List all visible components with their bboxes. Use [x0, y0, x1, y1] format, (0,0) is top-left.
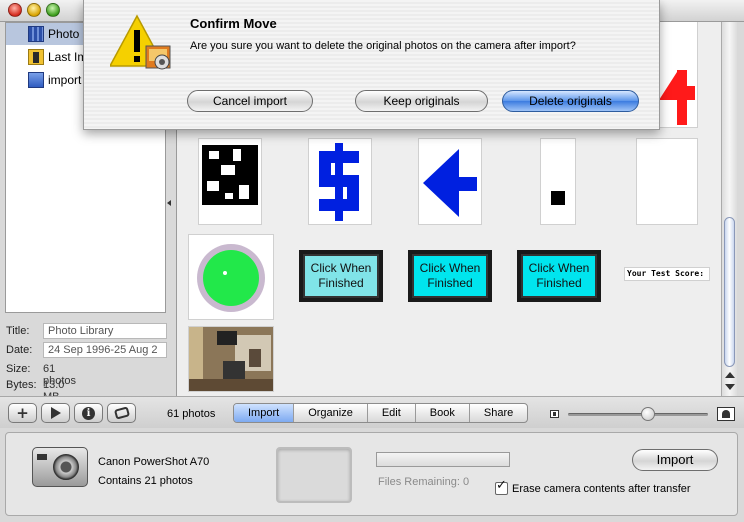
room-photo-image [189, 327, 273, 391]
scrollbar-thumb[interactable] [724, 217, 735, 367]
photo-thumbnail[interactable] [637, 139, 697, 224]
title-field[interactable]: Photo Library [43, 323, 167, 339]
photo-thumbnail[interactable] [189, 327, 273, 391]
photo-thumbnail[interactable] [199, 139, 261, 224]
tab-edit[interactable]: Edit [368, 404, 416, 422]
test-score-thumb[interactable]: Your Test Score: [625, 268, 709, 280]
rotate-button[interactable] [107, 403, 136, 423]
collapse-arrow-icon[interactable] [167, 199, 173, 207]
zoom-slider-knob[interactable] [640, 407, 655, 421]
import-button[interactable]: Import [632, 449, 718, 471]
scroll-down-arrow-icon[interactable] [725, 384, 735, 390]
photo-count: 61 photos [167, 408, 216, 420]
camera-icon [32, 447, 88, 487]
photo-thumbnail[interactable] [189, 235, 273, 319]
add-album-button[interactable]: + [8, 403, 37, 423]
photo-library-icon [28, 26, 44, 42]
camera-name: Canon PowerShot A70 [98, 456, 210, 468]
click-when-finished-label: Click When Finished [412, 254, 488, 298]
warning-icon [110, 14, 171, 70]
scroll-up-arrow-icon[interactable] [725, 372, 735, 378]
photo-thumbnail[interactable] [419, 139, 481, 224]
black-dot-image [551, 191, 565, 205]
keep-originals-button[interactable]: Keep originals [355, 90, 488, 112]
black-glyph-image [202, 145, 258, 205]
rotate-icon [113, 406, 130, 420]
slideshow-button[interactable] [41, 403, 70, 423]
info-bytes-label: Bytes: [6, 379, 37, 391]
info-size-label: Size: [6, 363, 31, 375]
checkmark-icon: ✓ [496, 478, 507, 493]
photo-thumbnail[interactable] [309, 139, 371, 224]
click-when-finished-thumb-3[interactable]: Click When Finished [517, 250, 601, 302]
confirm-move-dialog: Confirm Move Are you sure you want to de… [83, 0, 660, 130]
dialog-message: Are you sure you want to delete the orig… [190, 40, 576, 52]
play-icon [50, 407, 61, 419]
photo-thumbnail[interactable] [541, 139, 575, 224]
tab-organize[interactable]: Organize [294, 404, 368, 422]
blue-arrow-image [423, 149, 477, 217]
cancel-import-button[interactable]: Cancel import [187, 90, 313, 112]
camera-contents: Contains 21 photos [98, 475, 193, 487]
mode-tabs: Import Organize Edit Book Share [233, 403, 529, 423]
vertical-scrollbar[interactable] [721, 22, 737, 396]
click-when-finished-label: Click When Finished [303, 254, 379, 298]
zoom-slider[interactable] [568, 413, 708, 416]
add-icon: + [16, 403, 29, 422]
last-import-icon [28, 49, 44, 65]
tab-import[interactable]: Import [234, 404, 295, 422]
bottom-toolbar: + i 61 photos Import Organize Edit Book … [0, 396, 744, 428]
source-item-label: import [48, 73, 82, 87]
small-thumbnail-icon [550, 410, 559, 418]
blue-dollar-image [319, 143, 359, 221]
green-circle-image [197, 244, 265, 312]
files-remaining: Files Remaining: 0 [378, 476, 470, 488]
info-date-label: Date: [6, 344, 33, 356]
import-progress-bar [376, 452, 510, 467]
info-icon: i [82, 406, 95, 420]
info-button[interactable]: i [74, 403, 103, 423]
click-when-finished-thumb-1[interactable]: Click When Finished [299, 250, 383, 302]
album-icon [28, 72, 44, 88]
tab-book[interactable]: Book [416, 404, 470, 422]
info-title-label: Title: [6, 325, 30, 337]
click-when-finished-thumb-2[interactable]: Click When Finished [408, 250, 492, 302]
delete-originals-button[interactable]: Delete originals [502, 90, 639, 112]
tab-share[interactable]: Share [470, 404, 527, 422]
import-preview-well [276, 447, 352, 503]
erase-camera-label[interactable]: Erase camera contents after transfer [512, 483, 691, 495]
click-when-finished-label: Click When Finished [521, 254, 597, 298]
date-field[interactable]: 24 Sep 1996-25 Aug 2 [43, 342, 167, 358]
large-thumbnail-icon [717, 407, 735, 421]
dialog-title: Confirm Move [190, 16, 277, 31]
import-panel: Canon PowerShot A70 Contains 21 photos F… [5, 432, 738, 516]
